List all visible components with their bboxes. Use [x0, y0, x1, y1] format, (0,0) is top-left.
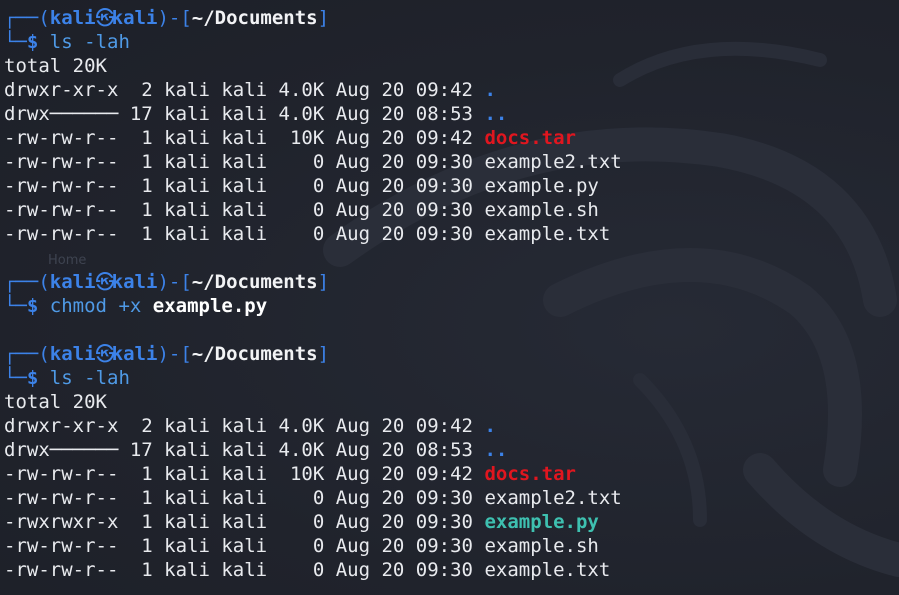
terminal-window[interactable]: Home ┌──(kali㉿kali)-[~/Documents] └─$ ls … [0, 0, 899, 595]
file-listing-row: drwxr-xr-x 2 kali kali 4.0K Aug 20 09:42… [4, 414, 899, 438]
kali-skull-icon: ㉿ [95, 7, 115, 29]
file-metadata: -rwxrwxr-x 1 kali kali 0 Aug 20 09:30 [4, 511, 485, 533]
prompt-header: ┌──(kali㉿kali)-[~/Documents] [4, 270, 899, 294]
file-name: example2.txt [484, 487, 622, 509]
prompt-cwd: ~/Documents [191, 271, 318, 293]
prompt-frame: ] [317, 7, 330, 29]
file-listing-row: -rwxrwxr-x 1 kali kali 0 Aug 20 09:30 ex… [4, 510, 899, 534]
file-name: docs.tar [484, 463, 576, 485]
prompt-user: kali [49, 343, 96, 365]
output-total: total 20K [4, 54, 899, 78]
file-metadata: -rw-rw-r-- 1 kali kali 0 Aug 20 09:30 [4, 559, 485, 581]
prompt-frame: ] [317, 271, 330, 293]
prompt-frame: └─ [4, 367, 27, 389]
command-args: -lah [72, 367, 130, 389]
file-name: example.py [484, 511, 599, 533]
kali-skull-icon: ㉿ [95, 271, 115, 293]
file-metadata: -rw-rw-r-- 1 kali kali 0 Aug 20 09:30 [4, 199, 485, 221]
command-line: └─$ ls -lah [4, 30, 899, 54]
prompt-frame: └─ [4, 31, 27, 53]
file-metadata: drwxr-xr-x 2 kali kali 4.0K Aug 20 09:42 [4, 79, 485, 101]
kali-skull-icon: ㉿ [95, 343, 115, 365]
file-listing-row: -rw-rw-r-- 1 kali kali 0 Aug 20 09:30 ex… [4, 174, 899, 198]
file-name: example.py [484, 175, 599, 197]
prompt-cwd: ~/Documents [191, 343, 318, 365]
prompt-frame: └─ [4, 295, 27, 317]
file-metadata: drwx────── 17 kali kali 4.0K Aug 20 08:5… [4, 439, 485, 461]
prompt-symbol: $ [26, 367, 39, 389]
file-listing-row: -rw-rw-r-- 1 kali kali 0 Aug 20 09:30 ex… [4, 198, 899, 222]
prompt-header: ┌──(kali㉿kali)-[~/Documents] [4, 6, 899, 30]
file-listing-row: -rw-rw-r-- 1 kali kali 0 Aug 20 09:30 ex… [4, 486, 899, 510]
prompt-frame: )-[ [157, 7, 192, 29]
prompt-host: kali [111, 7, 158, 29]
prompt-frame: ] [317, 343, 330, 365]
file-metadata: -rw-rw-r-- 1 kali kali 10K Aug 20 09:42 [4, 127, 485, 149]
file-name: example.sh [484, 199, 599, 221]
command-line: └─$ chmod +x example.py [4, 294, 899, 318]
command-target: example.py [152, 295, 268, 317]
command-args: -lah [72, 31, 130, 53]
file-listing-row: -rw-rw-r-- 1 kali kali 10K Aug 20 09:42 … [4, 126, 899, 150]
terminal-output: ┌──(kali㉿kali)-[~/Documents] └─$ ls -lah t… [4, 6, 899, 582]
file-metadata: -rw-rw-r-- 1 kali kali 0 Aug 20 09:30 [4, 175, 485, 197]
file-metadata: -rw-rw-r-- 1 kali kali 0 Aug 20 09:30 [4, 151, 485, 173]
total-size: total 20K [4, 391, 107, 413]
command-name: ls [49, 31, 73, 53]
file-metadata: -rw-rw-r-- 1 kali kali 0 Aug 20 09:30 [4, 487, 485, 509]
prompt-host: kali [111, 343, 158, 365]
prompt-frame: ┌──( [4, 271, 50, 293]
prompt-symbol: $ [26, 295, 39, 317]
command-name: chmod [49, 295, 107, 317]
file-metadata: drwxr-xr-x 2 kali kali 4.0K Aug 20 09:42 [4, 415, 485, 437]
prompt-symbol: $ [26, 31, 39, 53]
prompt-host: kali [111, 271, 158, 293]
prompt-frame: ┌──( [4, 7, 50, 29]
file-name: docs.tar [484, 127, 576, 149]
command-line: └─$ ls -lah [4, 366, 899, 390]
command-args: +x [107, 295, 153, 317]
file-listing-row: -rw-rw-r-- 1 kali kali 0 Aug 20 09:30 ex… [4, 558, 899, 582]
file-name: example.txt [484, 559, 611, 581]
prompt-frame: ┌──( [4, 343, 50, 365]
file-listing-row: -rw-rw-r-- 1 kali kali 0 Aug 20 09:30 ex… [4, 150, 899, 174]
file-name: example.txt [484, 223, 611, 245]
file-metadata: -rw-rw-r-- 1 kali kali 0 Aug 20 09:30 [4, 223, 485, 245]
command-name: ls [49, 367, 73, 389]
file-name: . [484, 415, 496, 437]
file-listing-row: drwx────── 17 kali kali 4.0K Aug 20 08:5… [4, 438, 899, 462]
prompt-cwd: ~/Documents [191, 7, 318, 29]
output-total: total 20K [4, 390, 899, 414]
file-listing-row: -rw-rw-r-- 1 kali kali 0 Aug 20 09:30 ex… [4, 222, 899, 246]
file-metadata: -rw-rw-r-- 1 kali kali 0 Aug 20 09:30 [4, 535, 485, 557]
file-metadata: drwx────── 17 kali kali 4.0K Aug 20 08:5… [4, 103, 485, 125]
file-name: . [484, 79, 496, 101]
file-name: example.sh [484, 535, 599, 557]
file-name: .. [484, 103, 508, 125]
file-listing-row: -rw-rw-r-- 1 kali kali 0 Aug 20 09:30 ex… [4, 534, 899, 558]
file-listing-row: drwx────── 17 kali kali 4.0K Aug 20 08:5… [4, 102, 899, 126]
prompt-header: ┌──(kali㉿kali)-[~/Documents] [4, 342, 899, 366]
file-name: .. [484, 439, 508, 461]
prompt-frame: )-[ [157, 343, 192, 365]
file-metadata: -rw-rw-r-- 1 kali kali 10K Aug 20 09:42 [4, 463, 485, 485]
prompt-frame: )-[ [157, 271, 192, 293]
file-listing-row: -rw-rw-r-- 1 kali kali 10K Aug 20 09:42 … [4, 462, 899, 486]
prompt-user: kali [49, 7, 96, 29]
prompt-user: kali [49, 271, 96, 293]
total-size: total 20K [4, 55, 107, 77]
file-name: example2.txt [484, 151, 622, 173]
file-listing-row: drwxr-xr-x 2 kali kali 4.0K Aug 20 09:42… [4, 78, 899, 102]
